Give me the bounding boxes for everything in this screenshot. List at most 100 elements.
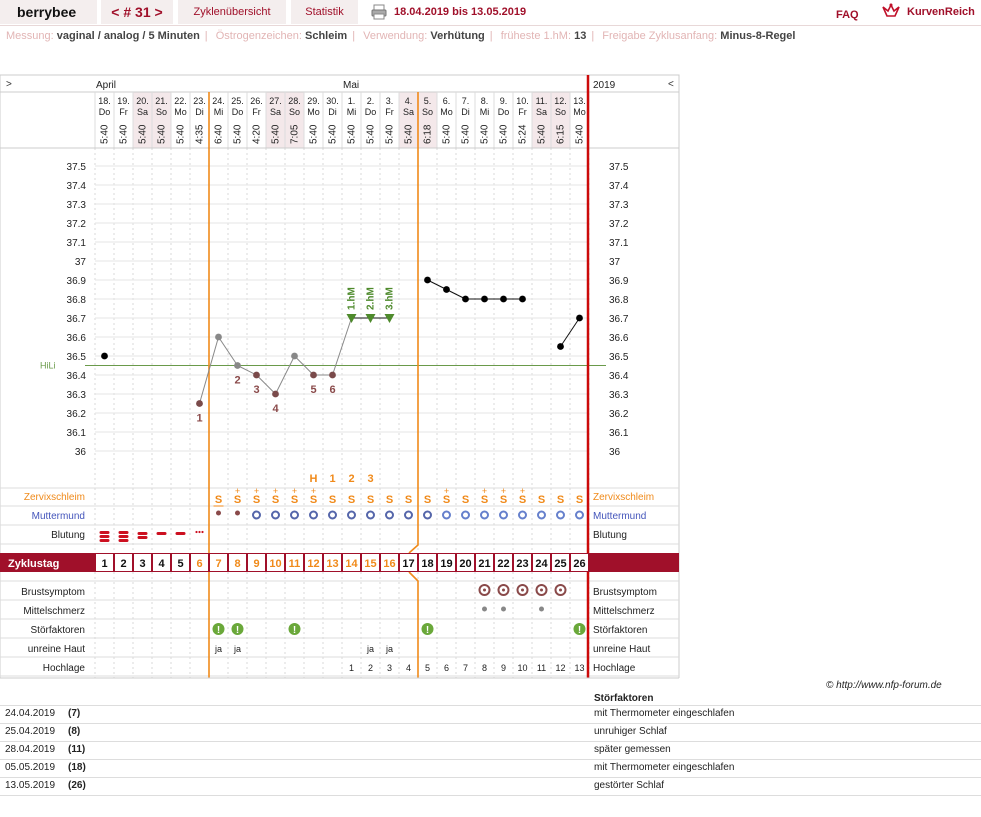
skin-value: ja bbox=[366, 644, 374, 654]
cervix-mucus-plus: + bbox=[444, 486, 449, 496]
time-label: 7:05 bbox=[290, 124, 301, 144]
disturbance-icon-mark: ! bbox=[426, 625, 429, 636]
disturbance-icon-mark: ! bbox=[217, 625, 220, 636]
note-row: 25.04.2019 (8) unruhiger Schlaf bbox=[0, 723, 981, 741]
temperature-point bbox=[519, 295, 526, 303]
notes-header: Störfaktoren bbox=[594, 693, 654, 704]
date-label: 18. bbox=[98, 96, 111, 106]
cervix-symbol bbox=[252, 510, 261, 520]
time-label: 4:20 bbox=[252, 124, 263, 144]
date-label: 27. bbox=[269, 96, 282, 106]
position-value: 10 bbox=[517, 663, 527, 673]
low-measurement-label: 5 bbox=[310, 384, 316, 396]
position-value: 9 bbox=[501, 663, 506, 673]
time-label: 6:18 bbox=[423, 124, 434, 144]
y-tick-right: 36.5 bbox=[609, 352, 629, 363]
note-row: 24.04.2019 (7) mit Thermometer eingeschlaf… bbox=[0, 705, 981, 723]
y-tick-left: 36.9 bbox=[67, 276, 87, 287]
date-label: 22. bbox=[174, 96, 187, 106]
weekday-label: Mo bbox=[307, 107, 320, 117]
cervix-symbol bbox=[518, 510, 527, 520]
weekday-label: So bbox=[555, 107, 566, 117]
note-date: 05.05.2019 bbox=[5, 762, 56, 773]
cervix-mucus-symbol: S bbox=[557, 494, 564, 506]
weekday-label: Di bbox=[195, 107, 204, 117]
weekday-label: Sa bbox=[270, 107, 281, 117]
y-tick-left: 37.1 bbox=[67, 238, 87, 249]
cycle-day-number: 3 bbox=[139, 558, 145, 570]
cervix-symbol bbox=[423, 510, 432, 520]
cervix-mucus-plus: + bbox=[292, 486, 297, 496]
weekday-label: Mi bbox=[214, 107, 224, 117]
nav-prev: > bbox=[6, 79, 12, 90]
breast-symptom-icon-dot bbox=[521, 588, 524, 592]
cervix-mucus-symbol: S bbox=[405, 494, 412, 506]
note-text: gestörter Schlaf bbox=[594, 780, 665, 791]
position-value: 6 bbox=[444, 663, 449, 673]
y-tick-left: 36.1 bbox=[67, 428, 87, 439]
note-cycle-day: (26) bbox=[68, 780, 86, 791]
temperature-segment bbox=[218, 336, 238, 366]
cervix-symbol bbox=[328, 510, 337, 520]
cervix-symbol bbox=[461, 510, 470, 520]
cervix-symbol bbox=[271, 510, 280, 520]
y-tick-right: 36.8 bbox=[609, 295, 629, 306]
cycle-day-number: 2 bbox=[120, 558, 126, 570]
time-label: 5:40 bbox=[119, 124, 130, 144]
time-label: 5:40 bbox=[157, 124, 168, 144]
temperature-point bbox=[253, 371, 260, 379]
mittelschmerz-mark bbox=[482, 606, 487, 612]
cycle-day-number: 25 bbox=[554, 558, 566, 570]
cervix-mucus-symbol: S bbox=[367, 494, 374, 506]
temperature-point bbox=[576, 314, 583, 322]
row-label-left: Störfaktoren bbox=[31, 625, 85, 636]
date-label: 30. bbox=[326, 96, 339, 106]
time-label: 5:24 bbox=[518, 124, 529, 144]
cervix-symbol bbox=[347, 510, 356, 520]
note-text: mit Thermometer eingeschlafen bbox=[594, 708, 735, 719]
mittelschmerz-mark bbox=[539, 606, 544, 612]
weekday-label: Fr bbox=[385, 107, 394, 117]
y-tick-right: 36.4 bbox=[609, 371, 629, 382]
date-label: 11. bbox=[536, 96, 548, 106]
copyright: © http://www.nfp-forum.de bbox=[826, 680, 942, 691]
mucus-peak-label: 3 bbox=[367, 473, 373, 485]
y-tick-left: 36.6 bbox=[67, 333, 87, 344]
bleeding-mark bbox=[156, 532, 167, 535]
cycle-day-number: 5 bbox=[177, 558, 183, 570]
cervix-mucus-symbol: S bbox=[329, 494, 336, 506]
temperature-point bbox=[310, 371, 317, 379]
cycle-day-number: 14 bbox=[345, 558, 358, 570]
time-label: 5:40 bbox=[176, 124, 187, 144]
note-cycle-day: (11) bbox=[68, 744, 86, 755]
breast-symptom-icon-dot bbox=[559, 588, 562, 592]
date-label: 5. bbox=[424, 96, 432, 106]
cycle-day-number: 7 bbox=[215, 558, 221, 570]
weekday-label: Fr bbox=[518, 107, 527, 117]
cycle-day-label: Zyklustag bbox=[8, 558, 59, 570]
row-label-left: Hochlage bbox=[43, 663, 86, 674]
y-tick-left: 36.3 bbox=[67, 390, 87, 401]
cycle-day-number: 18 bbox=[421, 558, 433, 570]
date-label: 1. bbox=[348, 96, 356, 106]
weekday-label: So bbox=[422, 107, 433, 117]
date-label: 2. bbox=[367, 96, 375, 106]
time-label: 5:40 bbox=[233, 124, 244, 144]
temperature-point bbox=[196, 400, 203, 407]
date-label: 23. bbox=[193, 96, 206, 106]
date-label: 7. bbox=[462, 96, 470, 106]
note-date: 25.04.2019 bbox=[5, 726, 56, 737]
weekday-label: So bbox=[156, 107, 167, 117]
temperature-point bbox=[101, 352, 108, 360]
cervix-symbol bbox=[480, 510, 489, 520]
weekday-label: Sa bbox=[403, 107, 414, 117]
date-label: 25. bbox=[231, 96, 244, 106]
skin-value: ja bbox=[214, 644, 222, 654]
temperature-point bbox=[443, 286, 450, 293]
cervix-mucus-plus: + bbox=[501, 486, 506, 496]
time-label: 5:40 bbox=[328, 124, 339, 144]
cervix-symbol bbox=[216, 510, 221, 516]
time-label: 5:40 bbox=[100, 124, 111, 144]
time-label: 5:40 bbox=[404, 124, 415, 144]
cycle-day-number: 16 bbox=[383, 558, 395, 570]
